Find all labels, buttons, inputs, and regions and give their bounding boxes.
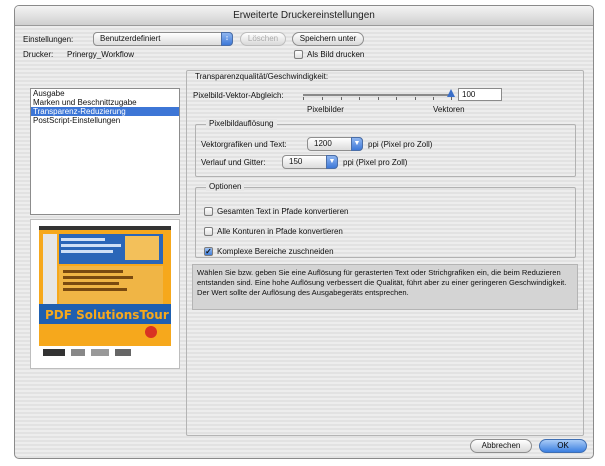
slider-right-end-label: Vektoren (433, 105, 465, 114)
slider-track (303, 94, 451, 96)
slider-label: Pixelbild-Vektor-Abgleich: (193, 91, 284, 100)
sidebar-item[interactable]: PostScript-Einstellungen (31, 116, 179, 125)
delete-button[interactable]: Löschen (240, 32, 286, 46)
raster-resolution-title: Pixelbildauflösung (206, 119, 277, 128)
sidebar-item[interactable]: Ausgabe (31, 89, 179, 98)
raster-vector-slider[interactable] (303, 89, 455, 102)
dropdown-arrow-icon: ▼ (326, 155, 338, 169)
transparency-section-title: Transparenzqualität/Geschwindigkeit: (195, 72, 329, 81)
help-description: Wählen Sie bzw. geben Sie eine Auflösung… (192, 264, 578, 310)
option-checkbox[interactable]: ✓ (204, 247, 213, 256)
sidebar-item[interactable]: Marken und Beschnittzugabe (31, 98, 179, 107)
printer-label: Drucker: (23, 50, 54, 59)
popup-arrows-icon: ↕ (221, 32, 233, 46)
settings-preset-value: Benutzerdefiniert (100, 34, 161, 43)
option-label: Alle Konturen in Pfade konvertieren (217, 227, 343, 236)
settings-label: Einstellungen: (23, 35, 74, 44)
vector-resolution-label: Vektorgrafiken und Text: (201, 140, 287, 149)
slider-thumb[interactable] (447, 89, 455, 97)
slider-left-end-label: Pixelbilder (307, 105, 344, 114)
raster-resolution-group: Pixelbildauflösung (195, 119, 576, 177)
vector-resolution-value: 1200 (314, 139, 332, 148)
print-as-image-label: Als Bild drucken (307, 50, 365, 59)
vector-resolution-select[interactable]: 1200 ▼ (307, 137, 363, 151)
printer-name: Prinergy_Workflow (67, 50, 134, 59)
options-title: Optionen (206, 182, 245, 191)
dropdown-arrow-icon: ▼ (351, 137, 363, 151)
cancel-button[interactable]: Abbrechen (470, 439, 532, 453)
ok-button[interactable]: OK (539, 439, 587, 453)
preview-headline: PDF SolutionsTour (45, 308, 169, 322)
print-as-image-checkbox[interactable] (294, 50, 303, 59)
gradient-resolution-select[interactable]: 150 ▼ (282, 155, 338, 169)
option-label: Gesamten Text in Pfade konvertieren (217, 207, 349, 216)
sidebar-item[interactable]: Transparenz-Reduzierung (31, 107, 179, 116)
settings-preset-select[interactable]: Benutzerdefiniert ↕ (93, 32, 233, 46)
advanced-print-settings-dialog: Erweiterte Druckereinstellungen Einstell… (14, 5, 594, 459)
preview-image: PDF SolutionsTour (31, 220, 179, 368)
gradient-resolution-label: Verlauf und Gitter: (201, 158, 266, 167)
window-title: Erweiterte Druckereinstellungen (15, 6, 593, 26)
gradient-resolution-unit: ppi (Pixel pro Zoll) (343, 158, 408, 167)
save-as-button[interactable]: Speichern unter (292, 32, 364, 46)
page-preview-thumbnail: PDF SolutionsTour (30, 219, 180, 369)
settings-category-list[interactable]: Ausgabe Marken und Beschnittzugabe Transpa… (30, 88, 180, 215)
option-checkbox[interactable] (204, 207, 213, 216)
gradient-resolution-value: 150 (289, 157, 303, 166)
checkmark-icon: ✓ (205, 247, 212, 256)
slider-value-field[interactable]: 100 (458, 88, 502, 101)
option-checkbox[interactable] (204, 227, 213, 236)
vector-resolution-unit: ppi (Pixel pro Zoll) (368, 140, 433, 149)
option-label: Komplexe Bereiche zuschneiden (217, 247, 334, 256)
